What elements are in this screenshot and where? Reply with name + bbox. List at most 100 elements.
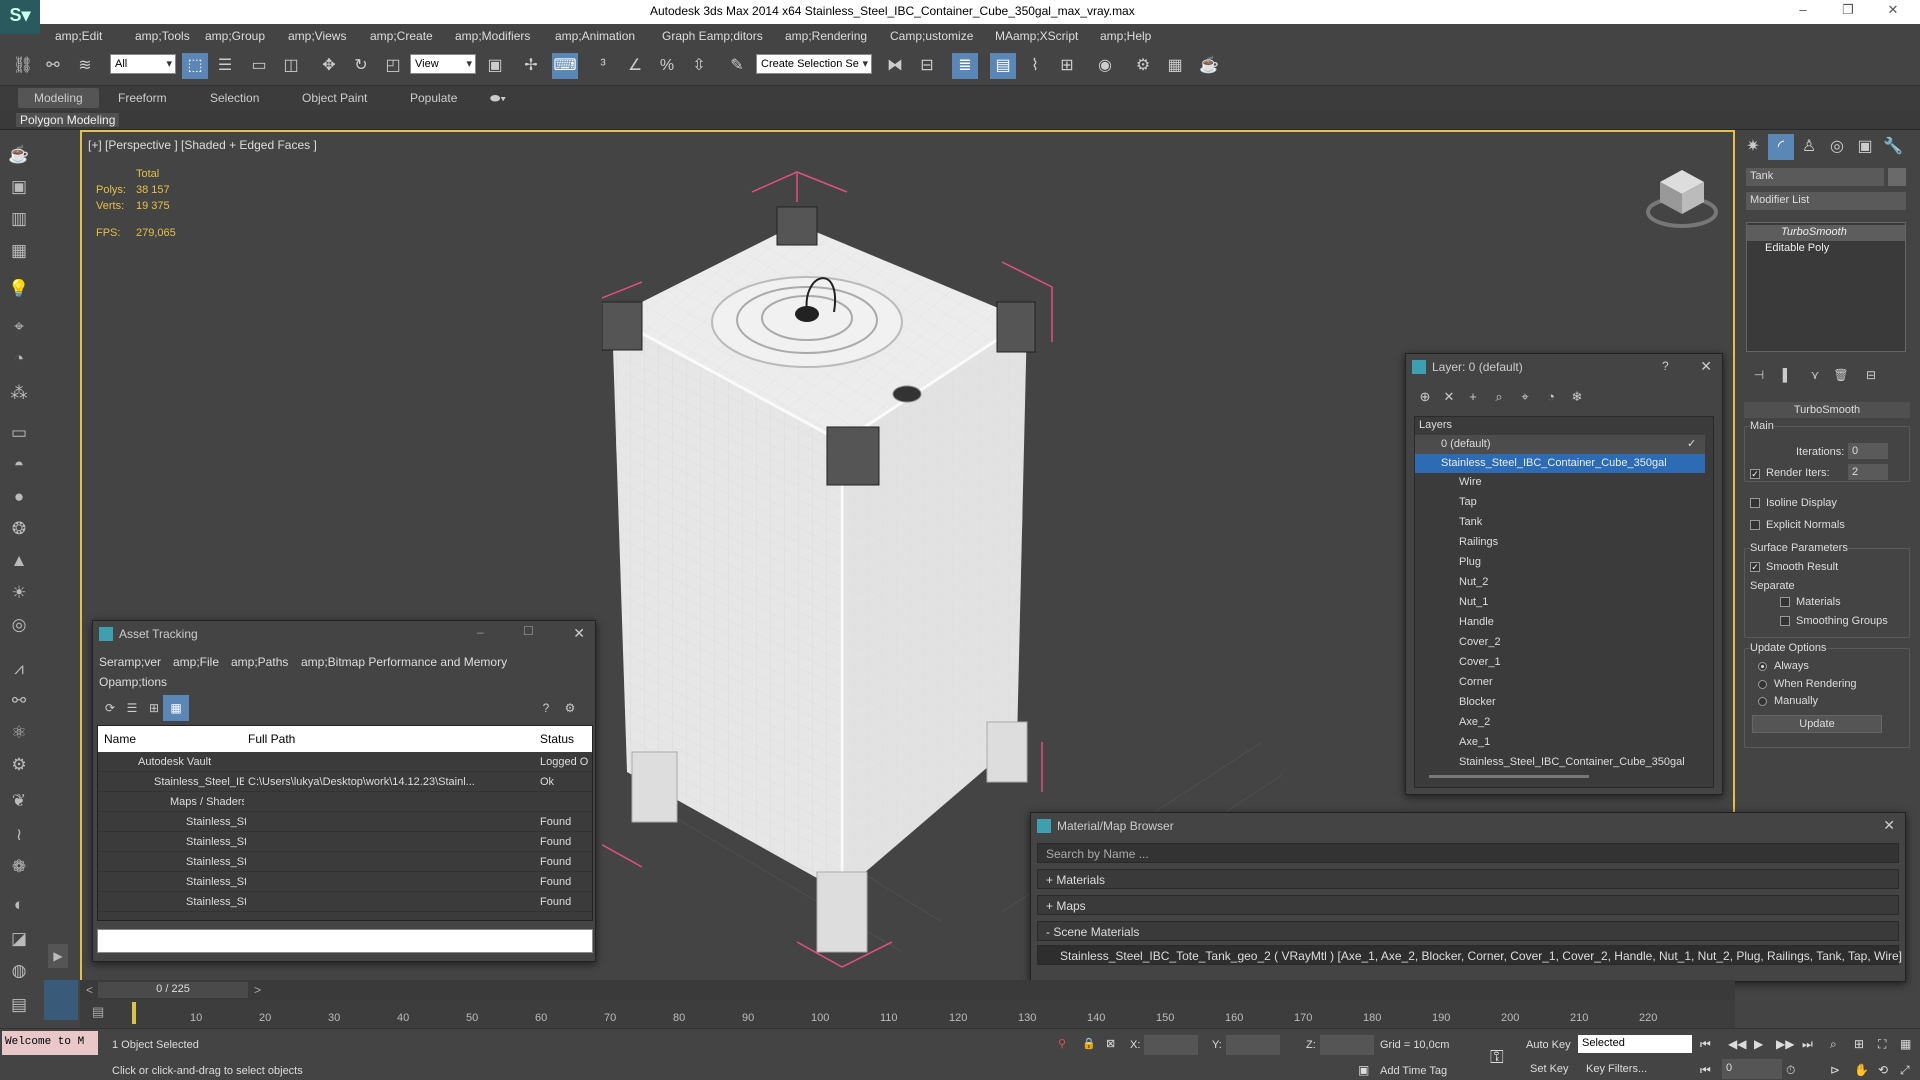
menu-graph-editors[interactable]: Graph Eamp;ditors (662, 29, 763, 43)
geosphere-icon[interactable]: ❂ (6, 516, 32, 542)
torus-icon[interactable]: ◎ (6, 612, 32, 638)
pivot-center-icon[interactable]: ▣ (482, 53, 508, 79)
field-of-view-icon[interactable]: ⊳ (1830, 1063, 1840, 1077)
column-name[interactable]: Name (104, 732, 136, 746)
maximize-icon[interactable]: ☐ (523, 624, 534, 638)
key-mode-toggle-icon[interactable]: ⏮ (1700, 1063, 1711, 1078)
menu-paths[interactable]: amp;Paths (231, 655, 288, 669)
object-row[interactable]: Cover_1 (1415, 653, 1705, 672)
box-icon[interactable]: ▣ (6, 174, 32, 200)
rotate-icon[interactable]: ↻ (348, 53, 374, 79)
update-always-radio[interactable] (1758, 662, 1767, 671)
menu-help[interactable]: amp;Help (1100, 29, 1151, 43)
expand-tools-icon[interactable]: ▶ (48, 944, 68, 968)
rectangle-icon[interactable]: ▭ (6, 420, 32, 446)
curve-editor-icon[interactable]: ⌇ (1022, 53, 1048, 79)
asset-tracking-titlebar[interactable]: Asset Tracking – ☐ ✕ (93, 621, 595, 647)
snaps-toggle-icon[interactable]: ³ (590, 53, 616, 79)
shell-icon[interactable]: ❁ (6, 854, 32, 880)
menu-group[interactable]: amp;Group (205, 29, 265, 43)
viewcube-icon[interactable] (1642, 162, 1722, 232)
select-by-name-icon[interactable]: ☰ (212, 53, 238, 79)
sun-icon[interactable]: ☀ (6, 580, 32, 606)
particles-icon[interactable]: ⁂ (6, 380, 32, 406)
horizontal-scrollbar[interactable] (1429, 775, 1589, 778)
tab-selection[interactable]: Selection (210, 91, 259, 105)
isolate-icon[interactable]: ⚲ (1058, 1037, 1066, 1050)
show-end-result-icon[interactable]: ▌ (1774, 362, 1800, 388)
key-icon[interactable]: ⚿ (1490, 1047, 1504, 1068)
current-frame-field[interactable]: 0 (1722, 1059, 1782, 1079)
play-icon[interactable]: ▶ (1754, 1037, 1763, 1051)
search-input[interactable]: Search by Name ... (1037, 843, 1899, 863)
close-icon[interactable]: ✕ (573, 625, 585, 642)
configure-sets-icon[interactable]: ⊟ (1858, 362, 1884, 388)
material-browser-titlebar[interactable]: Material/Map Browser ✕ (1031, 813, 1905, 839)
time-slider[interactable]: < 0 / 225 > (80, 980, 1735, 1000)
sphere-icon[interactable]: ● (6, 484, 32, 510)
z-coordinate-field[interactable] (1320, 1035, 1374, 1055)
pin-stack-icon[interactable]: ⊣ (1746, 362, 1772, 388)
track-bar-menu-icon[interactable]: ▤ (92, 1004, 104, 1020)
time-slider-thumb[interactable]: 0 / 225 (98, 982, 248, 998)
tab-freeform[interactable]: Freeform (118, 91, 167, 105)
key-filters-button[interactable]: Key Filters... (1586, 1063, 1647, 1075)
gear-icon[interactable]: ⚙ (6, 752, 32, 778)
hierarchy-tab-icon[interactable]: ♙ (1796, 134, 1822, 160)
menu-server[interactable]: Seramp;ver (99, 655, 161, 669)
help-button[interactable]: ? (1662, 359, 1669, 373)
object-row[interactable]: Axe_1 (1415, 733, 1705, 752)
object-properties-icon[interactable]: ◪ (6, 926, 32, 952)
menu-maxscript[interactable]: MAamp;XScript (995, 29, 1078, 43)
zoom-extents-all-icon[interactable]: ▦ (1900, 1037, 1911, 1051)
time-configuration-icon[interactable]: ⏱ (1786, 1063, 1795, 1078)
link-icon[interactable]: ⛓ (10, 53, 36, 79)
close-icon[interactable]: ✕ (1878, 2, 1908, 22)
render-production-icon[interactable]: ☕ (1196, 53, 1222, 79)
mirror-icon[interactable]: ⧓ (882, 53, 908, 79)
go-to-end-icon[interactable]: ⏭ (1802, 1037, 1813, 1052)
help-icon[interactable]: ? (533, 695, 559, 721)
table-row[interactable]: Stainless_Steel...Found (98, 872, 592, 892)
menu-file[interactable]: amp;File (173, 655, 219, 669)
hemisphere-icon[interactable]: ◓ (6, 452, 32, 478)
render-iters-checkbox[interactable]: ✓ (1750, 469, 1760, 479)
helper-icon[interactable]: ◔ (6, 346, 32, 372)
time-marker[interactable] (132, 1002, 136, 1024)
table-row[interactable]: Stainless_Steel_IBC_...C:\Users\lukya\De… (98, 772, 592, 792)
delete-layer-icon[interactable]: ✕ (1436, 384, 1462, 410)
object-row[interactable]: Nut_2 (1415, 573, 1705, 592)
plant-icon[interactable]: ❦ (6, 788, 32, 814)
move-icon[interactable]: ✥ (316, 53, 342, 79)
update-manually-radio[interactable] (1758, 697, 1767, 706)
reference-coord-dropdown[interactable]: View (410, 54, 476, 74)
utilities-tab-icon[interactable]: 🔧 (1880, 134, 1906, 160)
object-row[interactable]: Tap (1415, 493, 1705, 512)
percent-snap-icon[interactable]: % (654, 53, 680, 79)
update-button[interactable]: Update (1752, 715, 1882, 733)
cylinder-icon[interactable]: ▥ (6, 206, 32, 232)
create-tab-icon[interactable]: ✷ (1740, 134, 1766, 160)
key-mode-dropdown[interactable]: Selected (1578, 1035, 1692, 1053)
separate-smoothing-groups-checkbox[interactable] (1780, 616, 1790, 626)
auto-key-button[interactable]: Auto Key (1526, 1039, 1571, 1051)
keyboard-shortcut-icon[interactable]: ⌨ (552, 53, 578, 79)
maxscript-listener[interactable]: Welcome to M (2, 1031, 98, 1055)
named-selection-sets-dropdown[interactable]: Create Selection Se (756, 54, 872, 74)
add-time-tag[interactable]: Add Time Tag (1380, 1065, 1447, 1077)
lock-icon[interactable]: 🔒 (1082, 1037, 1096, 1050)
tab-object-paint[interactable]: Object Paint (302, 91, 367, 105)
scene-material-item[interactable]: Stainless_Steel_IBC_Tote_Tank_geo_2 ( VR… (1037, 945, 1902, 965)
menu-bitmap-performance[interactable]: amp;Bitmap Performance and Memory (301, 655, 507, 669)
explicit-normals-checkbox[interactable] (1750, 520, 1760, 530)
unlink-icon[interactable]: ⚯ (40, 53, 66, 79)
layer-manager-icon[interactable]: ≣ (952, 53, 978, 79)
table-row[interactable]: Stainless_Steel...Found (98, 852, 592, 872)
render-sphere-icon[interactable]: ◐ (6, 892, 32, 918)
modifier-list-dropdown[interactable]: Modifier List (1746, 192, 1906, 210)
clipboard-icon[interactable]: ▤ (6, 992, 32, 1018)
object-row[interactable]: Cover_2 (1415, 633, 1705, 652)
stairs-icon[interactable]: ⩘ (6, 656, 32, 682)
scatter-icon[interactable]: ⚛ (6, 720, 32, 746)
align-icon[interactable]: ⊟ (914, 53, 940, 79)
